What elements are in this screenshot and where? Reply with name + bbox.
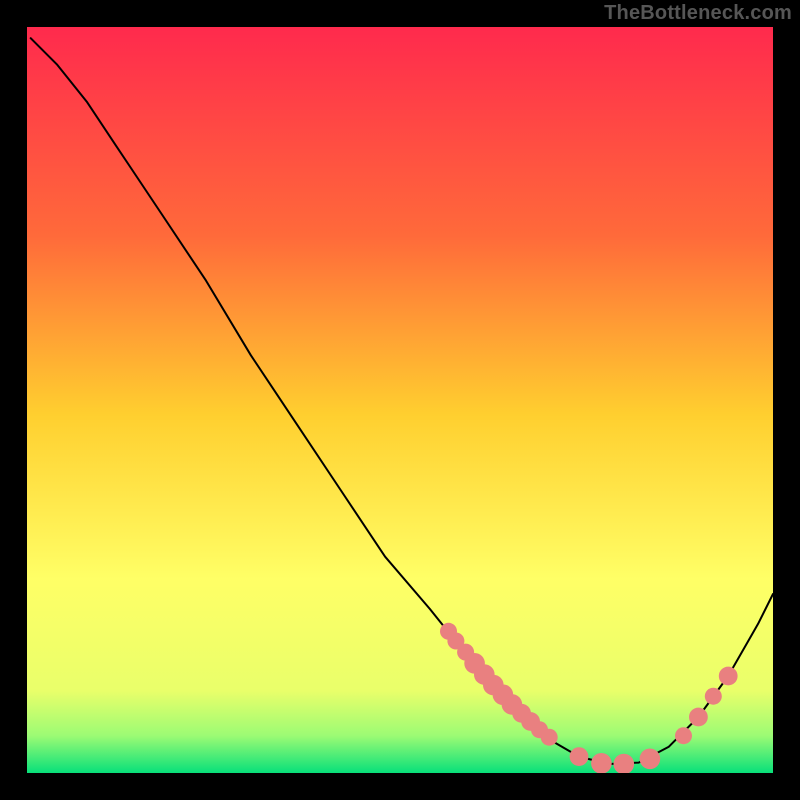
data-marker xyxy=(640,749,661,770)
plot-area xyxy=(27,27,773,773)
attribution-text: TheBottleneck.com xyxy=(604,2,792,25)
data-marker xyxy=(541,729,558,746)
data-marker xyxy=(570,747,589,766)
data-marker xyxy=(675,727,692,744)
data-marker xyxy=(705,688,722,705)
data-marker xyxy=(719,667,738,686)
gradient-background xyxy=(27,27,773,773)
chart-frame: TheBottleneck.com xyxy=(0,0,800,800)
data-marker xyxy=(689,708,708,727)
chart-svg xyxy=(27,27,773,773)
data-marker xyxy=(591,753,612,773)
